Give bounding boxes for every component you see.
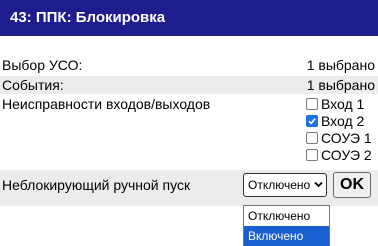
checkbox-soue-2[interactable]: СОУЭ 2 [306, 147, 378, 164]
row-value[interactable]: 1 выбрано [307, 76, 375, 94]
ok-button[interactable]: OK [333, 172, 371, 198]
checkbox-label: СОУЭ 1 [321, 130, 372, 146]
manual-start-select[interactable]: Отключено [243, 173, 327, 197]
checkbox-input-2[interactable]: Вход 2 [306, 113, 378, 130]
chevron-down-icon [314, 181, 323, 188]
manual-start-dropdown-list: Отключено Включено [243, 205, 330, 246]
row-events[interactable]: События: 1 выбрано [0, 76, 378, 94]
page-header: 43: ППК: Блокировка [0, 0, 378, 36]
dropdown-option-off[interactable]: Отключено [244, 206, 329, 226]
checkbox-unchecked-icon[interactable] [306, 132, 318, 144]
io-faults-label: Неисправности входов/выходов [2, 96, 211, 112]
select-value: Отключено [248, 178, 311, 192]
checkbox-checked-icon[interactable] [306, 115, 318, 127]
checkbox-unchecked-icon[interactable] [306, 98, 318, 110]
checkbox-label: Вход 2 [321, 113, 365, 129]
row-uso-selection[interactable]: Выбор УСО: 1 выбрано [0, 56, 378, 74]
page-title: 43: ППК: Блокировка [10, 9, 166, 26]
checkbox-unchecked-icon[interactable] [306, 149, 318, 161]
checkbox-soue-1[interactable]: СОУЭ 1 [306, 130, 378, 147]
dropdown-option-on[interactable]: Включено [244, 226, 329, 246]
checkbox-input-1[interactable]: Вход 1 [306, 96, 378, 113]
row-value[interactable]: 1 выбрано [307, 56, 375, 74]
manual-start-label: Неблокирующий ручной пуск [2, 177, 191, 193]
checkbox-label: СОУЭ 2 [321, 147, 372, 163]
checkbox-label: Вход 1 [321, 96, 365, 112]
row-label: События: [2, 77, 64, 93]
row-label: Выбор УСО: [2, 57, 83, 73]
io-faults-checklist: Вход 1 Вход 2 СОУЭ 1 СОУЭ 2 [306, 96, 378, 164]
